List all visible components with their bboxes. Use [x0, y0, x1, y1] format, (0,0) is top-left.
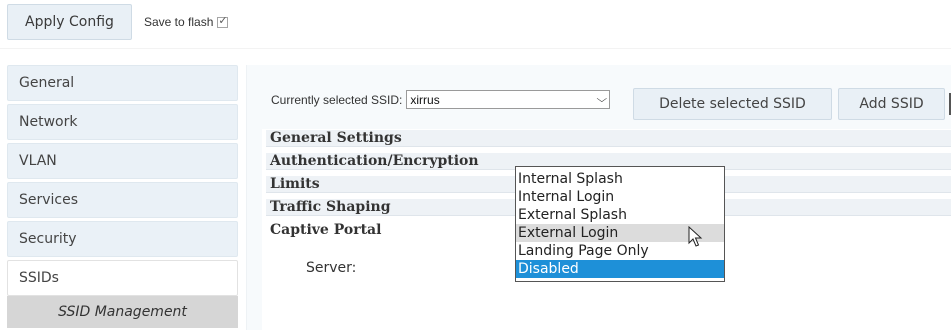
toolbar-divider: [0, 48, 951, 49]
ssid-selector-row: Currently selected SSID: xirrus ⌵: [271, 90, 611, 109]
ssid-select-label: Currently selected SSID:: [271, 92, 403, 107]
delete-ssid-button[interactable]: Delete selected SSID: [633, 88, 832, 120]
server-label: Server:: [306, 260, 357, 276]
dropdown-option-external-splash[interactable]: External Splash: [516, 206, 724, 224]
chevron-down-icon: ⌵: [596, 94, 607, 105]
sidebar-item-general[interactable]: General: [7, 65, 238, 101]
sidebar-item-services[interactable]: Services: [7, 182, 238, 218]
server-dropdown-list[interactable]: Internal Splash Internal Login External …: [515, 166, 725, 282]
mouse-cursor-icon: [688, 226, 703, 247]
sidebar-item-security[interactable]: Security: [7, 221, 238, 257]
apply-config-button[interactable]: Apply Config: [7, 4, 132, 40]
sidebar: General Network VLAN Services Security S…: [7, 65, 238, 328]
dropdown-option-internal-splash[interactable]: Internal Splash: [516, 170, 724, 188]
ssid-select[interactable]: xirrus ⌵: [406, 90, 611, 109]
save-to-flash-label: Save to flash: [144, 15, 214, 29]
save-to-flash-option[interactable]: Save to flash: [144, 14, 229, 29]
sidebar-item-ssids[interactable]: SSIDs: [7, 260, 238, 296]
dropdown-option-disabled[interactable]: Disabled: [516, 260, 724, 278]
toolbar: Apply Config Save to flash: [7, 3, 229, 41]
sidebar-item-vlan[interactable]: VLAN: [7, 143, 238, 179]
sidebar-item-network[interactable]: Network: [7, 104, 238, 140]
section-general-settings[interactable]: General Settings: [266, 130, 951, 147]
add-ssid-button[interactable]: Add SSID: [838, 88, 945, 120]
sidebar-subitem-ssid-management[interactable]: SSID Management: [7, 296, 238, 328]
ssid-select-value: xirrus: [410, 92, 440, 107]
save-to-flash-checkbox[interactable]: [217, 14, 229, 28]
dropdown-option-internal-login[interactable]: Internal Login: [516, 188, 724, 206]
